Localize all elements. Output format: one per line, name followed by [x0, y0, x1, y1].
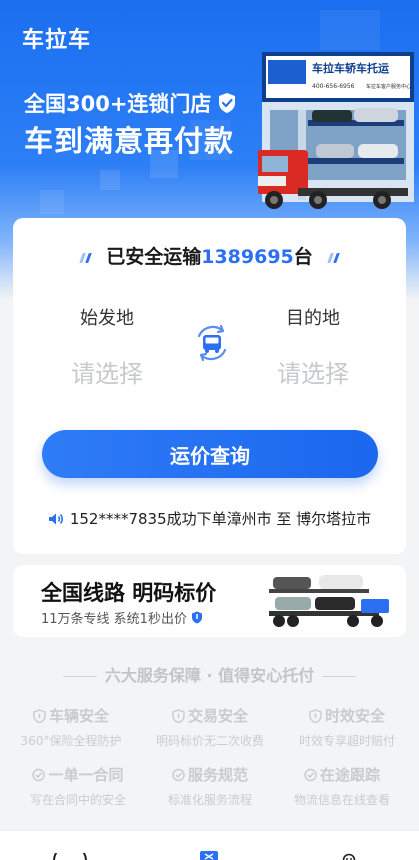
service-item: 车辆安全 360°保险全程防护 [1, 705, 141, 749]
service-heading: 在途跟踪 [272, 764, 412, 785]
service-title: 服务规范 [187, 766, 248, 784]
shield-icon [172, 708, 185, 723]
service-title: 交易安全 [187, 707, 248, 725]
check-circle-icon [32, 768, 46, 781]
origin-label: 始发地 [80, 308, 134, 329]
check-circle-icon [172, 768, 185, 781]
service-heading: 交易安全 [140, 705, 280, 726]
decor-slash-right-icon [327, 248, 345, 263]
svg-text:车拉车轿车托运: 车拉车轿车托运 [312, 61, 389, 75]
svg-text:400-656-6956: 400-656-6956 [312, 83, 355, 90]
service-heading: 时效安全 [277, 705, 417, 726]
service-title: 时效安全 [324, 707, 385, 725]
order-tab-icon[interactable] [200, 851, 218, 860]
stat-suffix: 台 [293, 246, 313, 268]
stat-prefix: 已安全运输 [106, 246, 202, 268]
home-tab-icon[interactable] [52, 853, 88, 860]
service-heading: 一单一合同 [8, 764, 148, 785]
verified-shield-icon [219, 93, 236, 113]
route-title: 全国线路 明码标价 [41, 581, 217, 605]
service-desc: 时效专享超时赔付 [298, 734, 395, 748]
services-title: 六大服务保障 · 值得安心托付 [0, 662, 419, 686]
shield-icon [309, 708, 322, 723]
service-heading: 服务规范 [140, 764, 280, 785]
service-item: 交易安全 明码标价无二次收费 [140, 705, 280, 749]
quote-card: 已安全运输1389695台 始发地 请选择 目的地 请选择 运价查询 152**… [13, 218, 406, 554]
stat-number: 1389695 [201, 246, 294, 268]
car-carrier-illustration [269, 575, 389, 627]
service-title: 在途跟踪 [319, 766, 380, 784]
service-desc: 明码标价无二次收费 [155, 734, 264, 748]
store-truck-illustration: 车拉车轿车托运 400-656-6956 车拉车客户服务中心 [258, 52, 414, 209]
svg-text:车拉车客户服务中心: 车拉车客户服务中心 [366, 83, 411, 90]
service-desc: 物流信息在线查看 [293, 793, 390, 807]
service-title: 车辆安全 [48, 707, 109, 725]
route-subtitle: 11万条专线 系统1秒出价 [41, 612, 187, 627]
services-title-text: 六大服务保障 · 值得安心托付 [104, 666, 315, 685]
service-desc: 标准化服务流程 [167, 793, 252, 807]
divider-right [322, 676, 357, 677]
shield-badge-icon [191, 611, 202, 624]
tagline-pay: 车到满意再付款 [24, 124, 235, 158]
service-title: 一单一合同 [48, 766, 124, 784]
dest-select[interactable]: 请选择 [243, 354, 383, 389]
service-item: 服务规范 标准化服务流程 [140, 764, 280, 808]
check-circle-icon [304, 768, 317, 781]
service-heading: 车辆安全 [1, 705, 141, 726]
service-item: 一单一合同 写在合同中的安全 [8, 764, 148, 808]
brand-logo: 车拉车 [22, 28, 92, 53]
tagline-stores-text: 全国300+连锁门店 [24, 92, 212, 116]
tagline-stores: 全国300+连锁门店 [24, 88, 237, 118]
service-item: 时效安全 时效专享超时赔付 [277, 705, 417, 749]
shield-icon [33, 708, 46, 723]
service-item: 在途跟踪 物流信息在线查看 [272, 764, 412, 808]
bottom-tab-bar [0, 830, 419, 860]
shipped-count: 已安全运输1389695台 [13, 242, 406, 269]
route-pricing-banner[interactable]: 全国线路 明码标价 11万条专线 系统1秒出价 [13, 565, 406, 637]
divider-left [62, 676, 97, 677]
route-subtitle-row: 11万条专线 系统1秒出价 [41, 608, 203, 627]
ticker-text: 152****7835成功下单漳州市 至 博尔塔拉市 [69, 510, 372, 528]
speaker-icon [48, 513, 63, 524]
service-desc: 360°保险全程防护 [20, 734, 122, 748]
price-query-button[interactable]: 运价查询 [42, 430, 378, 478]
service-desc: 写在合同中的安全 [29, 793, 126, 807]
bus-swap-icon[interactable] [191, 322, 233, 364]
dest-label: 目的地 [286, 308, 340, 329]
origin-select[interactable]: 请选择 [37, 354, 177, 389]
profile-tab-icon[interactable] [342, 853, 356, 860]
order-ticker: 152****7835成功下单漳州市 至 博尔塔拉市 [13, 508, 406, 529]
